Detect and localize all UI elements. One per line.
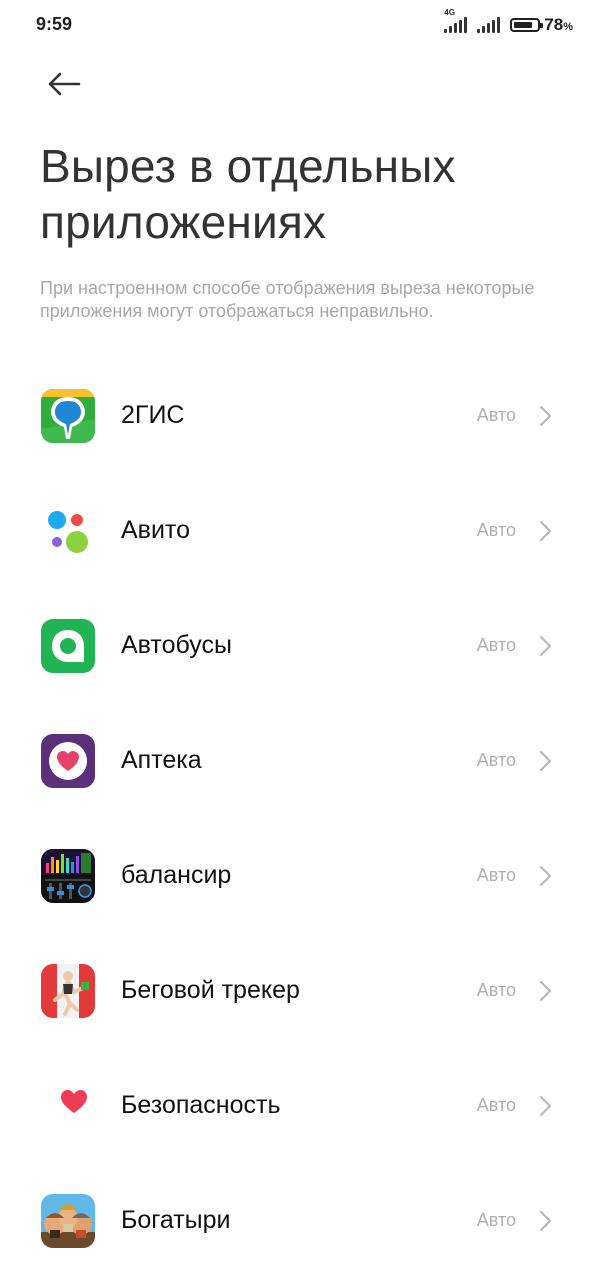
app-name: 2ГИС bbox=[121, 401, 185, 429]
chevron-right-icon bbox=[539, 635, 552, 656]
running-tracker-icon bbox=[41, 963, 95, 1018]
list-item[interactable]: Беговой трекер Авто bbox=[0, 933, 591, 1048]
app-name: Безопасность bbox=[121, 1091, 281, 1119]
signal-4g-icon: 4G bbox=[444, 8, 468, 33]
arrow-left-icon bbox=[48, 72, 81, 96]
list-item[interactable]: Богатыри Авто bbox=[0, 1163, 591, 1278]
equalizer-icon bbox=[41, 848, 95, 903]
battery-indicator: 78% bbox=[510, 15, 573, 35]
app-mode-value: Авто bbox=[476, 1210, 516, 1230]
status-icons: 4G 78% bbox=[444, 8, 573, 38]
app-mode-value: Авто bbox=[476, 865, 516, 885]
list-item[interactable]: Авито Авто bbox=[0, 473, 591, 588]
bogatyri-game-icon bbox=[41, 1193, 95, 1248]
app-mode-value: Авто bbox=[476, 405, 516, 425]
battery-percent: 78 bbox=[544, 15, 564, 34]
2gis-icon bbox=[41, 388, 95, 443]
page-description: При настроенном способе отображения выре… bbox=[40, 278, 535, 321]
network-type: 4G bbox=[444, 8, 455, 17]
avito-icon bbox=[41, 504, 95, 558]
chevron-right-icon bbox=[539, 750, 552, 771]
battery-icon bbox=[510, 18, 544, 32]
app-name: Автобусы bbox=[121, 631, 232, 659]
app-name: балансир bbox=[121, 861, 232, 889]
list-item[interactable]: Автобусы Авто bbox=[0, 588, 591, 703]
app-name: Беговой трекер bbox=[121, 976, 300, 1004]
page-title: Вырез в отдельных приложениях bbox=[40, 140, 456, 248]
signal-icon bbox=[477, 17, 501, 33]
app-mode-value: Авто bbox=[476, 520, 516, 540]
security-heart-icon bbox=[41, 1079, 95, 1133]
chevron-right-icon bbox=[539, 1095, 552, 1116]
list-item[interactable]: Безопасность Авто bbox=[0, 1048, 591, 1163]
chevron-right-icon bbox=[539, 865, 552, 886]
back-button[interactable] bbox=[40, 64, 88, 104]
app-mode-value: Авто bbox=[476, 750, 516, 770]
app-list: 2ГИС Авто Авито Авто Автобусы Авто Аптек… bbox=[0, 358, 591, 1278]
battery-unit: % bbox=[563, 21, 573, 33]
list-item[interactable]: Аптека Авто bbox=[0, 703, 591, 818]
app-name: Богатыри bbox=[121, 1206, 231, 1234]
chevron-right-icon bbox=[539, 520, 552, 541]
chevron-right-icon bbox=[539, 1210, 552, 1231]
status-bar: 9:59 4G 78% bbox=[0, 0, 591, 52]
chevron-right-icon bbox=[539, 980, 552, 1001]
pharmacy-icon bbox=[41, 733, 95, 788]
app-name: Авито bbox=[121, 516, 190, 544]
app-name: Аптека bbox=[121, 746, 202, 774]
app-mode-value: Авто bbox=[476, 635, 516, 655]
chevron-right-icon bbox=[539, 405, 552, 426]
buses-icon bbox=[41, 618, 95, 673]
list-item[interactable]: 2ГИС Авто bbox=[0, 358, 591, 473]
app-mode-value: Авто bbox=[476, 1095, 516, 1115]
status-time: 9:59 bbox=[36, 14, 73, 34]
list-item[interactable]: балансир Авто bbox=[0, 818, 591, 933]
app-mode-value: Авто bbox=[476, 980, 516, 1000]
